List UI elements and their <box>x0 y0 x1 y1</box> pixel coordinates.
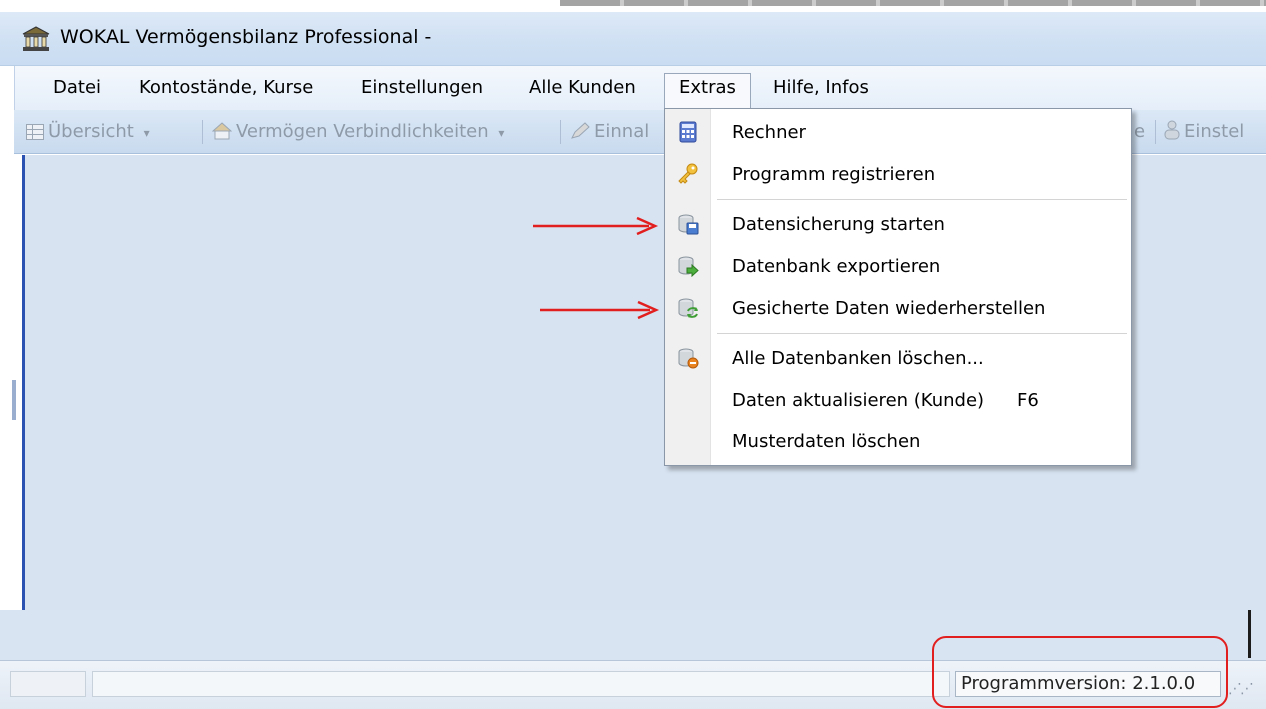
menu-separator <box>717 199 1127 200</box>
chevron-down-icon: ▾ <box>143 126 150 140</box>
menu-item-shortcut: F6 <box>1017 390 1039 411</box>
menu-datei[interactable]: Datei <box>51 74 103 104</box>
toolbar-settings-label: Einstel <box>1184 121 1245 142</box>
toolbar-assets-label: Vermögen Verbindlichkeiten <box>236 121 489 142</box>
menu-einstellungen[interactable]: Einstellungen <box>359 74 485 104</box>
toolbar-overview-label: Übersicht <box>48 121 134 142</box>
toolbar-income-label: Einnal <box>594 121 650 142</box>
right-edge-line <box>1248 610 1251 658</box>
menu-item-label: Gesicherte Daten wiederherstellen <box>732 298 1046 319</box>
left-frame <box>0 66 14 611</box>
arrow-right-icon <box>540 300 660 320</box>
pencil-icon <box>571 122 590 139</box>
menu-item-label: Musterdaten löschen <box>732 431 921 452</box>
key-icon <box>678 163 698 184</box>
arrow-right-icon <box>533 216 659 236</box>
menu-item-label: Alle Datenbanken löschen... <box>732 348 984 369</box>
extras-dropdown-menu: Rechner Programm registrieren Datensiche… <box>664 108 1132 466</box>
toolbar-settings-button[interactable]: Einstel <box>1164 120 1244 144</box>
menu-item-programm-registrieren[interactable]: Programm registrieren <box>665 155 1131 193</box>
menu-kontostaende[interactable]: Kontostände, Kurse <box>137 74 315 104</box>
user-icon <box>1164 120 1180 140</box>
menu-bar: Datei Kontostände, Kurse Einstellungen A… <box>14 66 1266 110</box>
resize-grip-icon[interactable]: ⋰⋰ <box>1228 681 1254 697</box>
left-frame-line <box>12 380 16 420</box>
toolbar-assets-button[interactable]: Vermögen Verbindlichkeiten ▾ <box>212 120 504 144</box>
menu-item-daten-aktualisieren[interactable]: Daten aktualisieren (Kunde) F6 <box>665 381 1131 419</box>
menu-item-alle-datenbanken-loeschen[interactable]: Alle Datenbanken löschen... <box>665 339 1131 377</box>
toolbar-separator <box>560 120 561 144</box>
menu-item-datenbank-exportieren[interactable]: Datenbank exportieren <box>665 247 1131 285</box>
workspace-left-border <box>22 155 25 610</box>
calculator-icon <box>679 121 697 143</box>
database-save-icon <box>678 214 699 235</box>
status-cell-left <box>10 671 86 697</box>
toolbar-income-button[interactable]: Einnal <box>570 120 649 144</box>
chevron-down-icon: ▾ <box>498 126 505 140</box>
toolbar-separator <box>1155 120 1156 144</box>
title-bar: WOKAL Vermögensbilanz Professional - <box>0 12 1266 66</box>
menu-item-datensicherung-starten[interactable]: Datensicherung starten <box>665 205 1131 243</box>
menu-item-musterdaten-loeschen[interactable]: Musterdaten löschen <box>665 422 1131 460</box>
menu-item-label: Rechner <box>732 122 806 143</box>
menu-hilfe[interactable]: Hilfe, Infos <box>771 74 871 104</box>
menu-item-label: Programm registrieren <box>732 164 936 185</box>
menu-item-label: Daten aktualisieren (Kunde) <box>732 390 985 411</box>
menu-item-rechner[interactable]: Rechner <box>665 113 1131 151</box>
toolbar-separator <box>202 120 203 144</box>
frame-top <box>0 0 1266 12</box>
window-title: WOKAL Vermögensbilanz Professional - <box>60 26 432 48</box>
version-highlight-annotation <box>932 636 1228 708</box>
menu-extras[interactable]: Extras <box>664 73 751 110</box>
toolbar-overview-button[interactable]: Übersicht ▾ <box>26 120 150 144</box>
menu-item-label: Datensicherung starten <box>732 214 945 235</box>
grid-icon <box>26 124 44 140</box>
menu-separator <box>717 333 1127 334</box>
menu-item-gesicherte-daten-wiederherstellen[interactable]: Gesicherte Daten wiederherstellen <box>665 289 1131 327</box>
menu-item-label: Datenbank exportieren <box>732 256 941 277</box>
toolbar-item-e[interactable]: e <box>1134 120 1145 144</box>
menu-alle-kunden[interactable]: Alle Kunden <box>527 74 638 104</box>
database-delete-icon <box>678 348 699 369</box>
database-export-icon <box>678 256 699 277</box>
bank-icon <box>22 26 50 51</box>
database-restore-icon <box>678 298 698 318</box>
status-cell-main <box>92 671 950 697</box>
house-icon <box>212 122 232 140</box>
